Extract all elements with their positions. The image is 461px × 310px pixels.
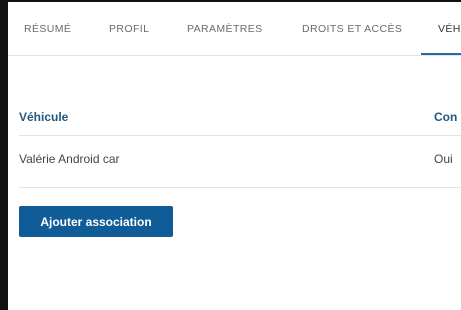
window-edge [0, 0, 8, 310]
table-header: Véhicule Con [19, 96, 461, 136]
tab-parametres[interactable]: PARAMÈTRES [187, 2, 263, 56]
tab-droits-et-acces[interactable]: DROITS ET ACCÈS [302, 2, 402, 56]
column-header-connected: Con [434, 110, 458, 124]
vehicle-association-panel: RÉSUMÉ PROFIL PARAMÈTRES DROITS ET ACCÈS… [0, 0, 461, 310]
table-row: Valérie Android car Oui [19, 136, 461, 188]
column-header-vehicle: Véhicule [19, 110, 69, 124]
tab-bar: RÉSUMÉ PROFIL PARAMÈTRES DROITS ET ACCÈS… [8, 2, 461, 56]
vehicle-name-cell: Valérie Android car [19, 152, 120, 166]
status-cell: Oui [434, 152, 453, 166]
tab-resume[interactable]: RÉSUMÉ [24, 2, 71, 56]
tab-vehicules[interactable]: VÉH [438, 2, 461, 56]
active-tab-indicator [421, 53, 461, 55]
add-association-button[interactable]: Ajouter association [19, 206, 173, 237]
tab-profil[interactable]: PROFIL [109, 2, 149, 56]
